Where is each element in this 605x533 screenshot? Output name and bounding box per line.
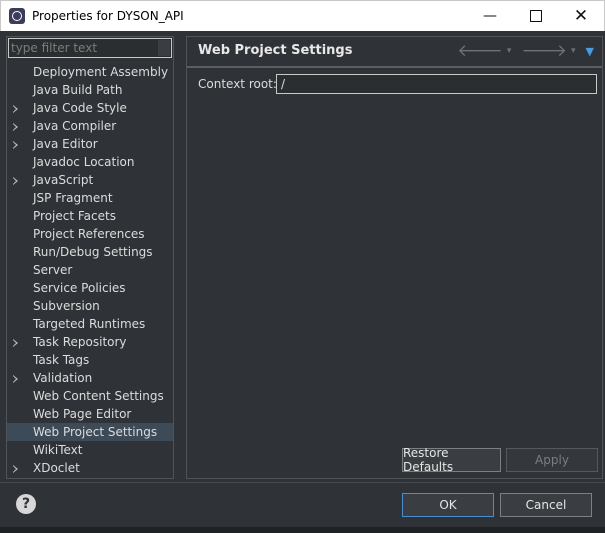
maximize-button[interactable] — [513, 1, 559, 31]
ok-button[interactable]: OK — [402, 493, 494, 517]
page-title: Web Project Settings — [198, 43, 353, 58]
pane-sash[interactable] — [180, 36, 185, 479]
context-root-input[interactable] — [276, 74, 597, 94]
title-bar: Properties for DYSON_API — ✕ — [0, 0, 605, 31]
header-divider — [187, 66, 602, 68]
tree-item[interactable]: XDoclet — [7, 459, 173, 477]
window-title: Properties for DYSON_API — [32, 9, 184, 23]
tree-item[interactable]: WikiText — [7, 441, 173, 459]
forward-arrow-icon[interactable]: 🡒 — [521, 42, 567, 60]
apply-button[interactable]: Apply — [506, 448, 598, 472]
tree-item-label: Java Code Style — [33, 101, 127, 115]
expand-arrow-icon[interactable] — [13, 375, 18, 383]
tree-item-label: Java Editor — [33, 137, 98, 151]
tree-item[interactable]: Targeted Runtimes — [7, 315, 173, 333]
expand-arrow-icon[interactable] — [13, 141, 18, 149]
tree-item[interactable]: Task Tags — [7, 351, 173, 369]
tree-item-label: JavaScript — [33, 173, 94, 187]
settings-page: Web Project Settings 🡐 ▾ 🡒 ▾ ▼ Context r… — [186, 36, 603, 479]
background-strip — [0, 527, 605, 533]
tree-item-label: Java Compiler — [33, 119, 117, 133]
tree-item-label: Subversion — [33, 299, 100, 313]
property-tree-pane: Deployment Assembly Java Build Path Java C… — [6, 36, 174, 479]
cancel-label: Cancel — [525, 498, 567, 512]
minimize-button[interactable]: — — [467, 1, 513, 31]
tree-item[interactable]: Subversion — [7, 297, 173, 315]
tree-item[interactable]: Service Policies — [7, 279, 173, 297]
tree-item-label: Task Repository — [33, 335, 127, 349]
tree-item-label: XDoclet — [33, 461, 80, 475]
bottom-divider — [0, 482, 605, 483]
tree-item[interactable]: JavaScript — [7, 171, 173, 189]
tree-item-label: Task Tags — [33, 353, 90, 367]
tree-item[interactable]: Java Code Style — [7, 99, 173, 117]
tree-item[interactable]: Task Repository — [7, 333, 173, 351]
eclipse-app-icon — [9, 8, 25, 24]
expand-arrow-icon[interactable] — [13, 123, 18, 131]
ok-label: OK — [439, 498, 457, 512]
tree-item-label: Targeted Runtimes — [33, 317, 146, 331]
tree-item-label: Web Content Settings — [33, 389, 164, 403]
tree-item-label: Project Facets — [33, 209, 116, 223]
expand-arrow-icon[interactable] — [13, 105, 18, 113]
tree-item[interactable]: Deployment Assembly — [7, 63, 173, 81]
tree-item-label: Web Page Editor — [33, 407, 132, 421]
tree-item[interactable]: Project Facets — [7, 207, 173, 225]
tree-item-label: Service Policies — [33, 281, 126, 295]
tree-item-label: Deployment Assembly — [33, 65, 169, 79]
tree-item[interactable]: Java Editor — [7, 135, 173, 153]
tree-item[interactable]: Web Page Editor — [7, 405, 173, 423]
restore-defaults-label: Restore Defaults — [403, 446, 454, 474]
apply-label: Apply — [535, 453, 569, 467]
back-dropdown-icon[interactable]: ▾ — [507, 46, 512, 56]
tree-item[interactable]: Web Project Settings — [7, 423, 173, 441]
tree-item-label: Run/Debug Settings — [33, 245, 153, 259]
filter-input[interactable] — [8, 38, 172, 58]
tree-item-label: WikiText — [33, 443, 83, 457]
restore-defaults-button[interactable]: Restore Defaults — [402, 446, 501, 474]
tree-item-label: Validation — [33, 371, 93, 385]
tree-item[interactable]: Project References — [7, 225, 173, 243]
tree-item[interactable]: Run/Debug Settings — [7, 243, 173, 261]
context-root-label: Context root: — [198, 77, 277, 91]
expand-arrow-icon[interactable] — [13, 465, 18, 473]
tree-item-label: Project References — [33, 227, 145, 241]
expand-arrow-icon[interactable] — [13, 339, 18, 347]
close-button[interactable]: ✕ — [558, 1, 604, 31]
help-icon[interactable]: ? — [16, 494, 36, 514]
property-tree: Deployment Assembly Java Build Path Java C… — [7, 63, 173, 477]
tree-item[interactable]: Javadoc Location — [7, 153, 173, 171]
filter-clear-area — [158, 40, 170, 56]
tree-item-label: Java Build Path — [33, 83, 123, 97]
maximize-icon — [530, 10, 542, 22]
view-menu-icon[interactable]: ▼ — [586, 45, 594, 58]
tree-item[interactable]: Validation — [7, 369, 173, 387]
tree-item[interactable]: Java Build Path — [7, 81, 173, 99]
tree-item[interactable]: Java Compiler — [7, 117, 173, 135]
tree-item[interactable]: JSP Fragment — [7, 189, 173, 207]
tree-item[interactable]: Server — [7, 261, 173, 279]
expand-arrow-icon[interactable] — [13, 177, 18, 185]
back-arrow-icon[interactable]: 🡐 — [457, 42, 503, 60]
tree-item[interactable]: Web Content Settings — [7, 387, 173, 405]
tree-item-label: Web Project Settings — [33, 425, 158, 439]
page-nav: 🡐 ▾ 🡒 ▾ ▼ — [457, 41, 594, 61]
cancel-button[interactable]: Cancel — [500, 493, 592, 517]
tree-item-label: Server — [33, 263, 73, 277]
tree-item-label: JSP Fragment — [33, 191, 113, 205]
tree-item-label: Javadoc Location — [33, 155, 135, 169]
forward-dropdown-icon[interactable]: ▾ — [571, 46, 576, 56]
